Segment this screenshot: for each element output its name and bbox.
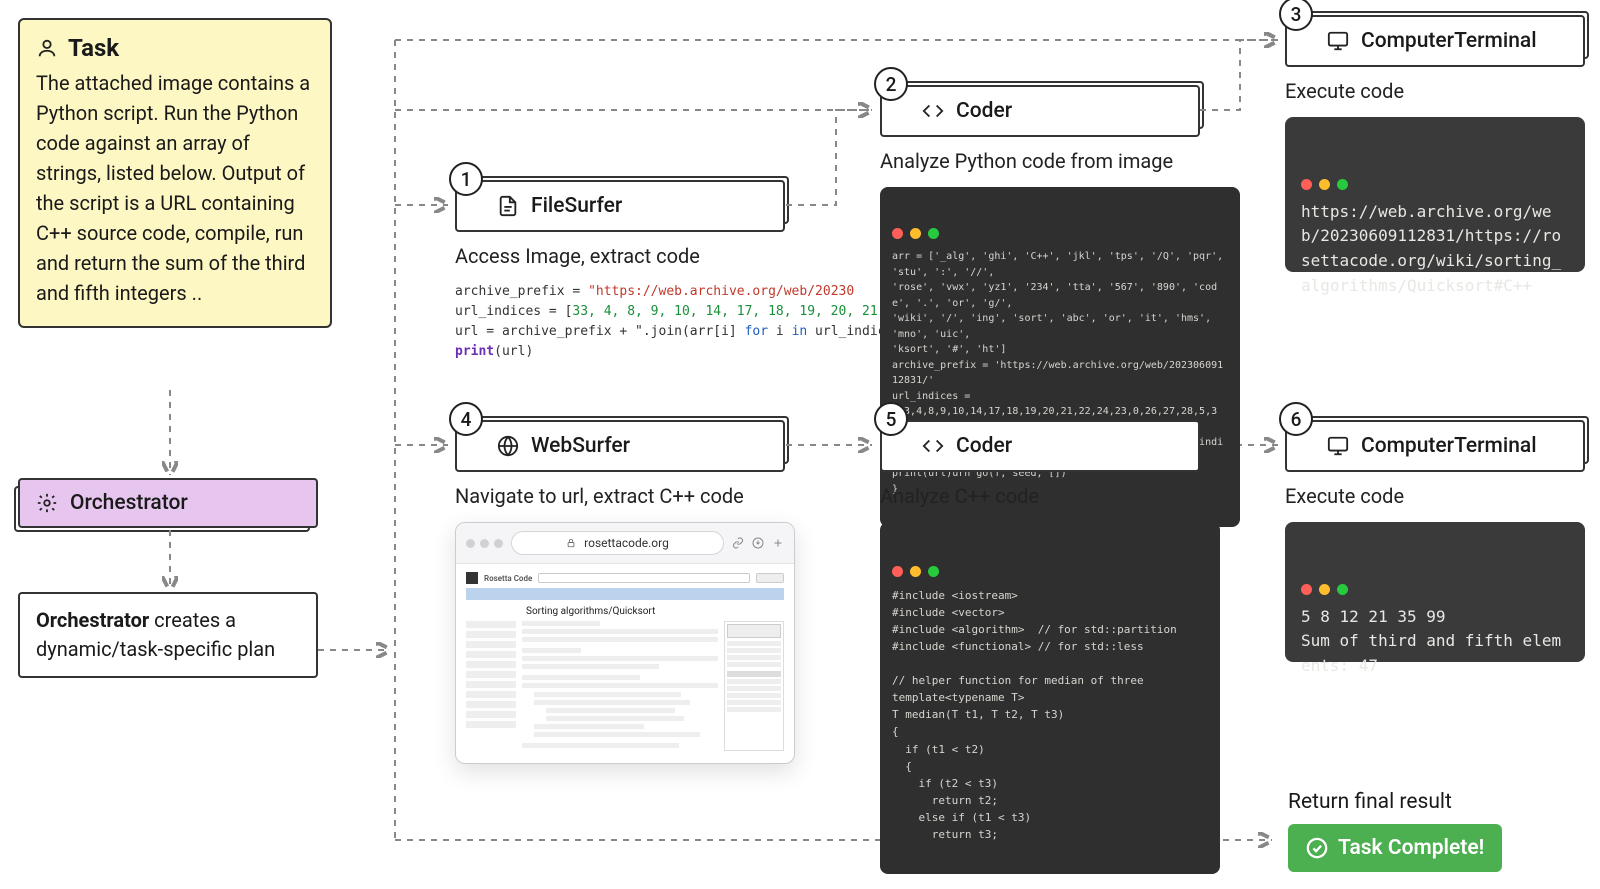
step-4-caption: Navigate to url, extract C++ code	[455, 484, 785, 508]
step-5-codeblock: #include <iostream> #include <vector> #i…	[880, 522, 1220, 874]
task-panel: Task The attached image contains a Pytho…	[18, 18, 332, 328]
step-1-number: 1	[449, 162, 483, 196]
window-controls	[466, 539, 503, 548]
plan-strong: Orchestrator	[36, 608, 149, 632]
orchestrator-label: Orchestrator	[70, 491, 188, 515]
url-text: rosettacode.org	[584, 536, 669, 550]
step-3-title: ComputerTerminal	[1361, 29, 1537, 53]
lock-icon	[566, 538, 576, 548]
plan-box: Orchestrator creates a dynamic/task-spec…	[18, 592, 318, 678]
step-5-card: 5 Coder	[880, 420, 1200, 472]
code-icon	[922, 100, 944, 122]
step-2-title: Coder	[956, 99, 1012, 123]
monitor-icon	[1327, 30, 1349, 52]
check-circle-icon	[1306, 837, 1328, 859]
step-6-card: 6 ComputerTerminal	[1285, 420, 1585, 472]
final-label: Return final result	[1288, 790, 1502, 814]
gear-icon	[36, 492, 58, 514]
url-bar: rosettacode.org	[511, 531, 724, 555]
task-title: Task	[68, 34, 119, 62]
step-4-card: 4 WebSurfer	[455, 420, 785, 472]
orchestrator-card: Orchestrator	[18, 478, 318, 528]
code-icon	[922, 435, 944, 457]
step-2-caption: Analyze Python code from image	[880, 149, 1200, 173]
task-body: The attached image contains a Python scr…	[36, 68, 314, 308]
step-5-number: 5	[874, 402, 908, 436]
step-4-number: 4	[449, 402, 483, 436]
step-5-title: Coder	[956, 434, 1012, 458]
step-1-title: FileSurfer	[531, 194, 622, 218]
step-6-caption: Execute code	[1285, 484, 1585, 508]
step-6-title: ComputerTerminal	[1361, 434, 1537, 458]
step-3-caption: Execute code	[1285, 79, 1585, 103]
file-icon	[497, 195, 519, 217]
user-icon	[36, 37, 58, 59]
task-complete-text: Task Complete!	[1338, 836, 1484, 860]
step-3-card: 3 ComputerTerminal	[1285, 15, 1585, 67]
browser-mock: rosettacode.org Rosetta Code Sorting alg…	[455, 522, 795, 764]
globe-icon	[497, 435, 519, 457]
step-2-card: 2 Coder	[880, 85, 1200, 137]
step-1-card: 1 FileSurfer	[455, 180, 785, 232]
task-complete-badge: Task Complete!	[1288, 824, 1502, 872]
browser-page-title: Sorting algorithms/Quicksort	[526, 606, 784, 617]
link-icon	[732, 537, 744, 549]
step-2-number: 2	[874, 67, 908, 101]
step-6-number: 6	[1279, 402, 1313, 436]
step-3-terminal: https://web.archive.org/web/202306091128…	[1285, 117, 1585, 272]
step-5-caption: Analyze C++ code	[880, 484, 1200, 508]
monitor-icon	[1327, 435, 1349, 457]
download-icon	[752, 537, 764, 549]
step-1-code-snippet: archive_prefix = "https://web.archive.or…	[455, 282, 785, 363]
step-4-title: WebSurfer	[531, 434, 630, 458]
plus-icon	[772, 537, 784, 549]
step-1-caption: Access Image, extract code	[455, 244, 785, 268]
step-6-terminal: 5 8 12 21 35 99 Sum of third and fifth e…	[1285, 522, 1585, 662]
